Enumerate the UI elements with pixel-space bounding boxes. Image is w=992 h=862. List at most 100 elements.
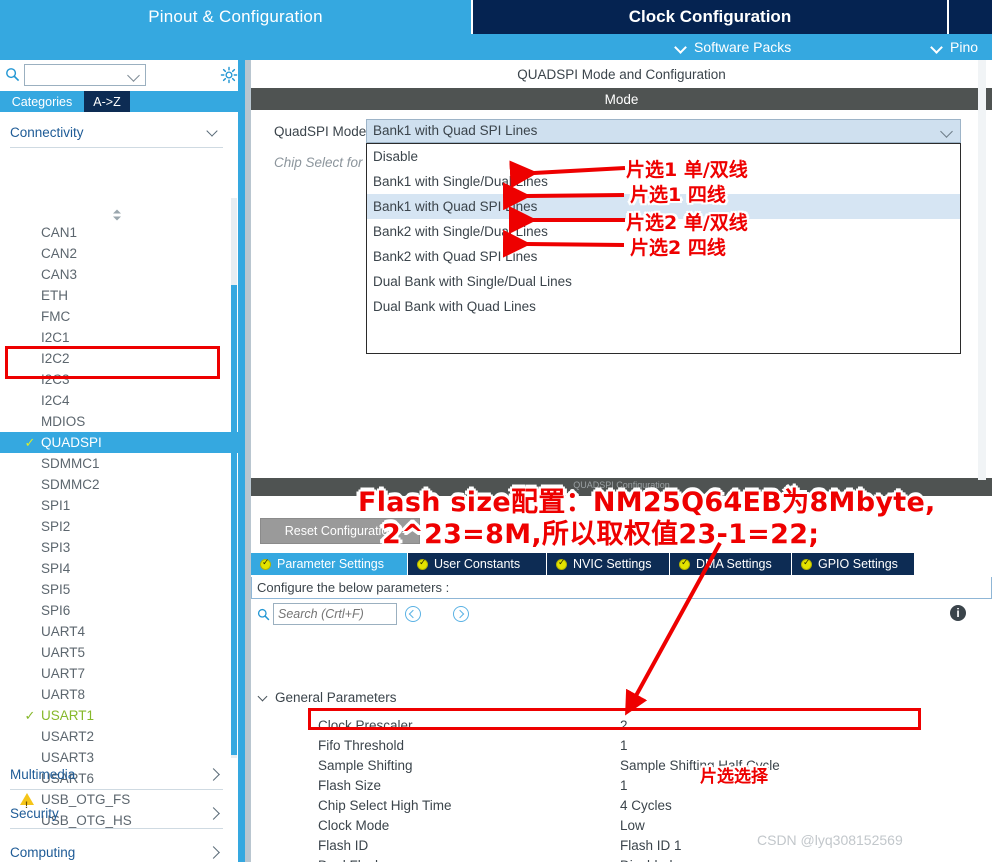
tab-dma-settings[interactable]: DMA Settings — [670, 553, 792, 575]
sidebar-item-spi3[interactable]: SPI3 — [0, 537, 238, 558]
tab-clock-configuration[interactable]: Clock Configuration — [473, 0, 947, 34]
sidebar-item-usart2[interactable]: USART2 — [0, 726, 238, 747]
parameter-search-input[interactable] — [274, 604, 396, 624]
chevron-down-icon — [127, 69, 140, 82]
sidebar-item-uart8[interactable]: UART8 — [0, 684, 238, 705]
sidebar-item-label: ETH — [41, 288, 68, 303]
general-parameters-group[interactable]: General Parameters — [259, 690, 397, 705]
sidebar-item-mdios[interactable]: MDIOS — [0, 411, 238, 432]
next-arrow-icon[interactable] — [453, 606, 469, 622]
gear-icon[interactable] — [220, 66, 238, 84]
tab-user-constants[interactable]: User Constants — [408, 553, 547, 575]
chevron-right-icon — [208, 808, 219, 819]
sidebar-item-label: SPI3 — [41, 540, 71, 555]
dropdown-option[interactable]: Dual Bank with Quad Lines — [367, 294, 960, 319]
sidebar-item-sdmmc1[interactable]: SDMMC1 — [0, 453, 238, 474]
sidebar-item-label: I2C1 — [41, 330, 70, 345]
check-circle-icon — [417, 557, 428, 570]
tab-gpio-settings[interactable]: GPIO Settings — [792, 553, 915, 575]
chip-select-label-text: Chip Select for — [274, 155, 363, 170]
parameter-row[interactable]: Chip Select High Time 4 Cycles — [251, 798, 992, 818]
parameter-name: Clock Mode — [318, 818, 390, 833]
check-icon: ✓ — [24, 435, 36, 450]
parameter-search-box[interactable] — [273, 603, 397, 625]
parameter-name: Sample Shifting — [318, 758, 413, 773]
sidebar-search-combo[interactable] — [24, 64, 146, 86]
tab-label: NVIC Settings — [573, 557, 652, 571]
watermark: CSDN @lyq308152569 — [757, 832, 903, 848]
tab-categories-label: Categories — [11, 94, 73, 109]
dropdown-option-label: Dual Bank with Quad Lines — [373, 299, 536, 314]
sidebar-item-spi2[interactable]: SPI2 — [0, 516, 238, 537]
tab-a-to-z[interactable]: A->Z — [84, 91, 130, 112]
annotation-callout-2: 片选1 四线 — [630, 184, 726, 206]
previous-arrow-icon[interactable] — [405, 606, 421, 622]
sidebar-item-uart7[interactable]: UART7 — [0, 663, 238, 684]
sidebar-item-label: CAN3 — [41, 267, 78, 282]
list-scroll-arrows-icon[interactable] — [110, 208, 124, 222]
parameter-value: 2 — [620, 718, 628, 733]
parameter-row[interactable]: Dual Flash Disabled — [251, 858, 992, 862]
sidebar-item-can2[interactable]: CAN2 — [0, 243, 238, 264]
group-header-computing[interactable]: Computing — [10, 838, 223, 862]
tab-parameter-settings[interactable]: Parameter Settings — [251, 553, 408, 575]
group-header-multimedia[interactable]: Multimedia — [10, 760, 223, 790]
sidebar-search-row — [0, 60, 238, 90]
sidebar-item-uart5[interactable]: UART5 — [0, 642, 238, 663]
sidebar-item-sdmmc2[interactable]: SDMMC2 — [0, 474, 238, 495]
sidebar-item-uart4[interactable]: UART4 — [0, 621, 238, 642]
configuration-tab-strip: Parameter Settings User Constants NVIC Set… — [251, 553, 992, 575]
sidebar-item-eth[interactable]: ETH — [0, 285, 238, 306]
sidebar-item-i2c3[interactable]: I2C3 — [0, 369, 238, 390]
sidebar-item-spi1[interactable]: SPI1 — [0, 495, 238, 516]
tab-pinout-configuration[interactable]: Pinout & Configuration — [0, 0, 471, 34]
sidebar-item-label: SPI6 — [41, 603, 71, 618]
sidebar-item-i2c1[interactable]: I2C1 — [0, 327, 238, 348]
main-panel: QUADSPI Mode and Configuration Mode Quad… — [251, 60, 992, 862]
sidebar-item-usart1[interactable]: ✓ USART1 — [0, 705, 238, 726]
sidebar-item-can1[interactable]: CAN1 — [0, 222, 238, 243]
sidebar-scrollbar-thumb[interactable] — [231, 285, 237, 755]
parameter-name: Clock Prescaler — [318, 718, 413, 733]
sidebar-item-spi5[interactable]: SPI5 — [0, 579, 238, 600]
group-header-connectivity[interactable]: Connectivity — [10, 118, 223, 148]
tab-label: User Constants — [434, 557, 521, 571]
sidebar-item-label: I2C4 — [41, 393, 70, 408]
annotation-callout-1: 片选1 单/双线 — [626, 159, 748, 181]
dropdown-option-label: Disable — [373, 149, 419, 164]
sidebar-item-spi4[interactable]: SPI4 — [0, 558, 238, 579]
tab-nvic-settings[interactable]: NVIC Settings — [547, 553, 670, 575]
panel-divider-accent — [238, 60, 245, 862]
annotation-callout-3: 片选2 单/双线 — [626, 212, 748, 234]
tab-categories[interactable]: Categories — [2, 91, 82, 112]
sidebar-item-quadspi[interactable]: ✓ QUADSPI — [0, 432, 238, 453]
sidebar-item-i2c2[interactable]: I2C2 — [0, 348, 238, 369]
peripheral-list: CAN1 CAN2 CAN3 ETH FMC I2C1 I2C2 I2C3 I2C4 MDIOS ✓… — [0, 222, 238, 831]
tab-pinout-label: Pinout & Configuration — [148, 7, 323, 26]
configure-parameters-note-text: Configure the below parameters : — [257, 580, 450, 595]
quadspi-mode-select[interactable]: Bank1 with Quad SPI Lines — [366, 119, 961, 143]
check-circle-icon — [260, 557, 271, 570]
parameter-row[interactable]: Sample Shifting Sample Shifting Half Cycl… — [251, 758, 992, 778]
dropdown-option-label: Bank2 with Single/Dual Lines — [373, 224, 548, 239]
sidebar-item-can3[interactable]: CAN3 — [0, 264, 238, 285]
chevron-down-icon — [676, 42, 687, 53]
check-circle-icon — [556, 557, 567, 570]
parameter-row[interactable]: Flash Size 1 — [251, 778, 992, 798]
mode-section-label: Mode — [604, 91, 639, 107]
mode-section-header: Mode — [251, 88, 992, 110]
parameter-name: Dual Flash — [318, 858, 383, 862]
sidebar-item-label: USART2 — [41, 729, 95, 744]
sidebar-item-spi6[interactable]: SPI6 — [0, 600, 238, 621]
parameter-row[interactable]: Fifo Threshold 1 — [251, 738, 992, 758]
software-packs-menu[interactable]: Software Packs — [676, 34, 791, 60]
sidebar-item-fmc[interactable]: FMC — [0, 306, 238, 327]
sidebar-item-label: SDMMC2 — [41, 477, 100, 492]
main-scrollbar-track[interactable] — [978, 60, 986, 480]
group-header-security[interactable]: Security — [10, 799, 223, 829]
pinout-menu[interactable]: Pino — [932, 34, 978, 60]
dropdown-option[interactable]: Dual Bank with Single/Dual Lines — [367, 269, 960, 294]
parameter-row[interactable]: Clock Prescaler 2 — [251, 718, 992, 738]
info-icon[interactable]: i — [950, 605, 966, 621]
sidebar-item-i2c4[interactable]: I2C4 — [0, 390, 238, 411]
